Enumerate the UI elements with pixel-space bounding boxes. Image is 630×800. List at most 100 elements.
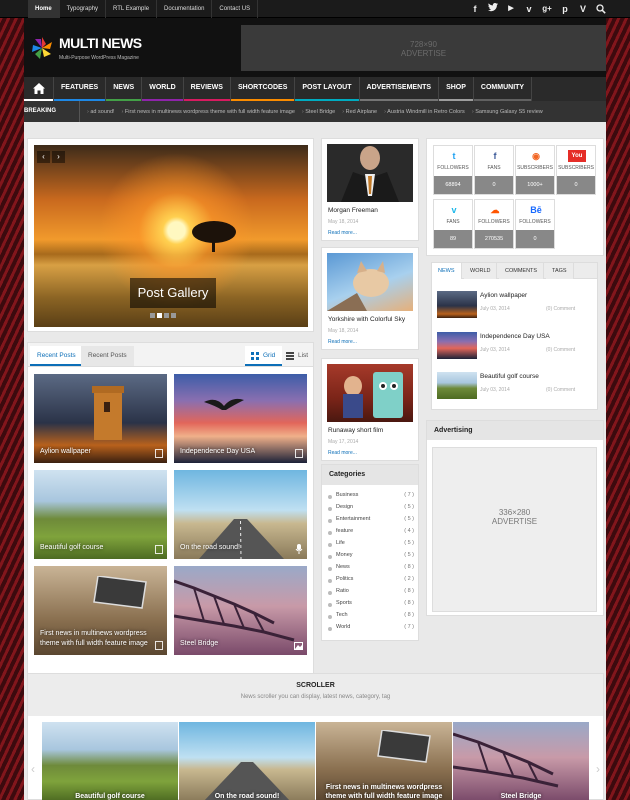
- scroller-item[interactable]: On the road sound!: [179, 722, 315, 800]
- tab-tags[interactable]: TAGS: [546, 263, 574, 279]
- slider-next-button[interactable]: ›: [52, 151, 65, 163]
- right-post-comments[interactable]: (0) Comment: [546, 387, 575, 393]
- top-nav-home[interactable]: Home: [28, 0, 60, 18]
- breaking-item[interactable]: Steel Bridge: [302, 109, 335, 115]
- scroller-item[interactable]: Steel Bridge: [453, 722, 589, 800]
- nav-shop[interactable]: SHOP: [439, 77, 474, 101]
- breaking-item[interactable]: Red Airplane: [342, 109, 378, 115]
- mid-post-title[interactable]: Runaway short film: [328, 427, 383, 434]
- tab-news[interactable]: NEWS: [432, 263, 462, 279]
- breaking-item[interactable]: ad sound!: [87, 109, 114, 115]
- logo-icon[interactable]: [30, 36, 54, 60]
- tab-comments[interactable]: COMMENTS: [499, 263, 545, 279]
- top-nav-rtl-example[interactable]: RTL Example: [106, 0, 158, 18]
- slider-dot[interactable]: [157, 313, 162, 318]
- mid-post-title[interactable]: Yorkshire with Colorful Sky: [328, 316, 405, 323]
- social-counter-vimeo[interactable]: v FANS 89: [433, 199, 473, 249]
- category-item[interactable]: World ( 7 ): [328, 624, 414, 636]
- tab-list[interactable]: List: [281, 346, 315, 366]
- grid-post-card[interactable]: Independence Day USA: [174, 374, 307, 463]
- category-item[interactable]: News ( 8 ): [328, 564, 414, 576]
- google-plus-icon[interactable]: g+: [538, 0, 556, 18]
- mid-post-read-more[interactable]: Read more...: [328, 450, 357, 456]
- right-post-thumb[interactable]: [437, 372, 477, 399]
- nav-community[interactable]: COMMUNITY: [473, 77, 533, 101]
- tab-grid[interactable]: Grid: [245, 346, 283, 366]
- top-nav-contact[interactable]: Contact US: [212, 0, 259, 18]
- nav-news-label: NEWS: [113, 84, 135, 91]
- right-post-title[interactable]: Independence Day USA: [480, 333, 550, 340]
- tab-recent-posts-2[interactable]: Recent Posts: [81, 346, 134, 366]
- header-ad-banner[interactable]: 728×90 ADVERTISE: [241, 25, 606, 71]
- slider-prev-button[interactable]: ‹: [37, 151, 50, 163]
- breaking-item[interactable]: First news in multinews wordpress theme …: [122, 109, 295, 115]
- twitter-icon[interactable]: [484, 0, 502, 18]
- search-icon[interactable]: [596, 4, 606, 14]
- breaking-item[interactable]: Austria Windmill in Retro Colors: [384, 109, 465, 115]
- category-item[interactable]: Design ( 5 ): [328, 504, 414, 516]
- vimeo-icon[interactable]: v: [520, 0, 538, 18]
- advertising-banner[interactable]: 336×280 ADVERTISE: [432, 447, 597, 612]
- category-item[interactable]: Money ( 5 ): [328, 552, 414, 564]
- category-count: ( 2 ): [404, 576, 414, 582]
- category-item[interactable]: Entertainment ( 5 ): [328, 516, 414, 528]
- social-counter-youtube[interactable]: You SUBSCRIBERS 0: [556, 145, 596, 195]
- nav-shortcodes[interactable]: SHORTCODES: [230, 77, 296, 101]
- pinterest-icon[interactable]: p: [556, 0, 574, 18]
- grid-post-card[interactable]: Beautiful golf course: [34, 470, 167, 559]
- category-item[interactable]: feature ( 4 ): [328, 528, 414, 540]
- nav-advertisements[interactable]: ADVERTISEMENTS: [359, 77, 440, 101]
- nav-world[interactable]: WORLD: [142, 77, 184, 101]
- social-counter-soundcloud[interactable]: ☁ FOLLOWERS 270535: [474, 199, 514, 249]
- social-counter-rss[interactable]: ◉ SUBSCRIBERS 1000+: [515, 145, 555, 195]
- slider-caption[interactable]: Post Gallery: [130, 278, 216, 308]
- mid-post-read-more[interactable]: Read more...: [328, 230, 357, 236]
- youtube-icon[interactable]: ▶: [502, 0, 520, 18]
- right-post-thumb[interactable]: [437, 291, 477, 318]
- slider-dot[interactable]: [150, 313, 155, 318]
- logo-title[interactable]: MULTI NEWS: [59, 35, 142, 51]
- right-post-comments[interactable]: (0) Comment: [546, 347, 575, 353]
- top-nav-typography[interactable]: Typography: [60, 0, 107, 18]
- category-item[interactable]: Life ( 5 ): [328, 540, 414, 552]
- social-counter-twitter[interactable]: t FOLLOWERS 68894: [433, 145, 473, 195]
- vimeo-v-icon[interactable]: V: [574, 0, 592, 18]
- nav-reviews-label: REVIEWS: [190, 84, 223, 91]
- grid-post-card[interactable]: Steel Bridge: [174, 566, 307, 655]
- scroller-item[interactable]: Beautiful golf course: [42, 722, 178, 800]
- nav-news[interactable]: NEWS: [106, 77, 143, 101]
- breaking-item[interactable]: Samsung Galaxy S5 review: [472, 109, 543, 115]
- social-counter-facebook[interactable]: f FANS 0: [474, 145, 514, 195]
- mid-post-image[interactable]: [327, 253, 413, 311]
- mid-post-image[interactable]: [327, 144, 413, 202]
- right-post-comments[interactable]: (0) Comment: [546, 306, 575, 312]
- tab-world[interactable]: WORLD: [464, 263, 498, 279]
- category-item[interactable]: Politics ( 2 ): [328, 576, 414, 588]
- nav-home[interactable]: [24, 77, 54, 101]
- mid-post-read-more[interactable]: Read more...: [328, 339, 357, 345]
- scroller-next-button[interactable]: ›: [596, 762, 600, 776]
- grid-post-card[interactable]: Aylion wallpaper: [34, 374, 167, 463]
- mid-post-image[interactable]: [327, 364, 413, 422]
- grid-post-card[interactable]: First news in multinews wordpress theme …: [34, 566, 167, 655]
- category-item[interactable]: Sports ( 8 ): [328, 600, 414, 612]
- tab-recent-posts[interactable]: Recent Posts: [30, 346, 83, 366]
- facebook-icon[interactable]: f: [466, 0, 484, 18]
- category-item[interactable]: Tech ( 8 ): [328, 612, 414, 624]
- nav-features[interactable]: FEATURES: [54, 77, 107, 101]
- grid-post-card[interactable]: On the road sound!: [174, 470, 307, 559]
- category-item[interactable]: Business ( 7 ): [328, 492, 414, 504]
- right-post-title[interactable]: Beautiful golf course: [480, 373, 539, 380]
- nav-reviews[interactable]: REVIEWS: [183, 77, 231, 101]
- scroller-prev-button[interactable]: ‹: [31, 762, 35, 776]
- right-post-title[interactable]: Aylion wallpaper: [480, 292, 527, 299]
- slider-dot[interactable]: [171, 313, 176, 318]
- category-item[interactable]: Ratio ( 8 ): [328, 588, 414, 600]
- slider-dot[interactable]: [164, 313, 169, 318]
- nav-post-layout[interactable]: POST LAYOUT: [295, 77, 360, 101]
- top-nav-documentation[interactable]: Documentation: [157, 0, 213, 18]
- social-counter-behance[interactable]: Bē FOLLOWERS 0: [515, 199, 555, 249]
- right-post-thumb[interactable]: [437, 332, 477, 359]
- scroller-item[interactable]: First news in multinews wordpress theme …: [316, 722, 452, 800]
- mid-post-title[interactable]: Morgan Freeman: [328, 207, 378, 214]
